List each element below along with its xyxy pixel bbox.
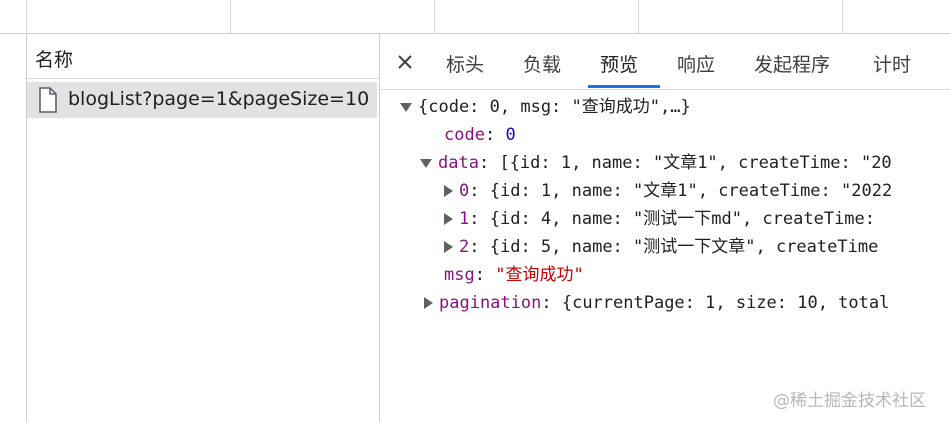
expand-arrow-icon[interactable] bbox=[444, 185, 453, 197]
name-column-label: 名称 bbox=[35, 49, 74, 71]
toolbar-divider bbox=[26, 0, 27, 33]
detail-tabbar: 标头 负载 预览 响应 发起程序 计时 bbox=[380, 34, 950, 90]
json-key: 2 bbox=[459, 237, 470, 257]
json-preview: {code: 0, msg: "查询成功",…} code: 0 data: [… bbox=[380, 90, 950, 380]
json-root-row[interactable]: {code: 0, msg: "查询成功",…} bbox=[400, 94, 691, 120]
json-string-value: "查询成功" bbox=[495, 265, 584, 285]
request-detail-panel: 标头 负载 预览 响应 发起程序 计时 {code: 0, msg: "查询成功… bbox=[380, 34, 950, 422]
tab-payload[interactable]: 负载 bbox=[523, 50, 561, 77]
json-key: data bbox=[438, 153, 479, 173]
json-key: 1 bbox=[459, 209, 470, 229]
active-tab-indicator bbox=[588, 85, 660, 88]
expand-arrow-icon[interactable] bbox=[444, 213, 453, 225]
file-icon bbox=[39, 87, 57, 113]
json-number-value: 0 bbox=[505, 125, 516, 145]
toolbar-divider bbox=[434, 0, 435, 33]
json-root-summary: {code: 0, msg: "查询成功",…} bbox=[418, 97, 691, 117]
json-object-summary: {currentPage: 1, size: 10, total bbox=[561, 293, 890, 313]
tab-initiator[interactable]: 发起程序 bbox=[754, 50, 830, 77]
name-column-header[interactable]: 名称 bbox=[27, 34, 379, 79]
request-name: blogList?page=1&pageSize=10 bbox=[68, 88, 370, 110]
json-object-summary: {id: 5, name: "测试一下文章", createTime bbox=[489, 237, 879, 257]
toolbar-divider bbox=[842, 0, 843, 33]
json-array-summary: [{id: 1, name: "文章1", createTime: "20 bbox=[499, 153, 892, 173]
json-key: 0 bbox=[459, 181, 470, 201]
json-key: msg bbox=[444, 265, 475, 285]
json-row-item[interactable]: 0: {id: 1, name: "文章1", createTime: "202… bbox=[444, 178, 892, 204]
json-row-msg: msg: "查询成功" bbox=[444, 265, 584, 285]
json-row-item[interactable]: 2: {id: 5, name: "测试一下文章", createTime bbox=[444, 234, 878, 260]
json-row-pagination[interactable]: pagination: {currentPage: 1, size: 10, t… bbox=[424, 290, 889, 316]
tab-response[interactable]: 响应 bbox=[677, 50, 715, 77]
expand-arrow-icon[interactable] bbox=[444, 241, 453, 253]
watermark-text: @稀土掘金技术社区 bbox=[773, 391, 926, 411]
request-row[interactable]: blogList?page=1&pageSize=10 bbox=[27, 82, 377, 118]
json-object-summary: {id: 1, name: "文章1", createTime: "2022 bbox=[489, 181, 893, 201]
tab-timing[interactable]: 计时 bbox=[873, 50, 911, 77]
request-list-panel: 名称 blogList?page=1&pageSize=10 bbox=[27, 34, 380, 422]
json-row-data[interactable]: data: [{id: 1, name: "文章1", createTime: … bbox=[420, 150, 892, 176]
toolbar-divider bbox=[230, 0, 231, 33]
collapse-arrow-icon[interactable] bbox=[400, 102, 412, 112]
json-row-item[interactable]: 1: {id: 4, name: "测试一下md", createTime: bbox=[444, 206, 875, 232]
json-object-summary: {id: 4, name: "测试一下md", createTime: bbox=[489, 209, 876, 229]
collapse-arrow-icon[interactable] bbox=[420, 158, 432, 168]
close-icon[interactable] bbox=[394, 51, 416, 73]
expand-arrow-icon[interactable] bbox=[424, 297, 433, 309]
json-row-code: code: 0 bbox=[444, 125, 516, 145]
network-toolbar-strip bbox=[0, 0, 950, 34]
tab-preview[interactable]: 预览 bbox=[600, 50, 638, 77]
json-key: code bbox=[444, 125, 485, 145]
json-key: pagination bbox=[439, 293, 542, 313]
tab-headers[interactable]: 标头 bbox=[446, 50, 484, 77]
toolbar-divider bbox=[638, 0, 639, 33]
